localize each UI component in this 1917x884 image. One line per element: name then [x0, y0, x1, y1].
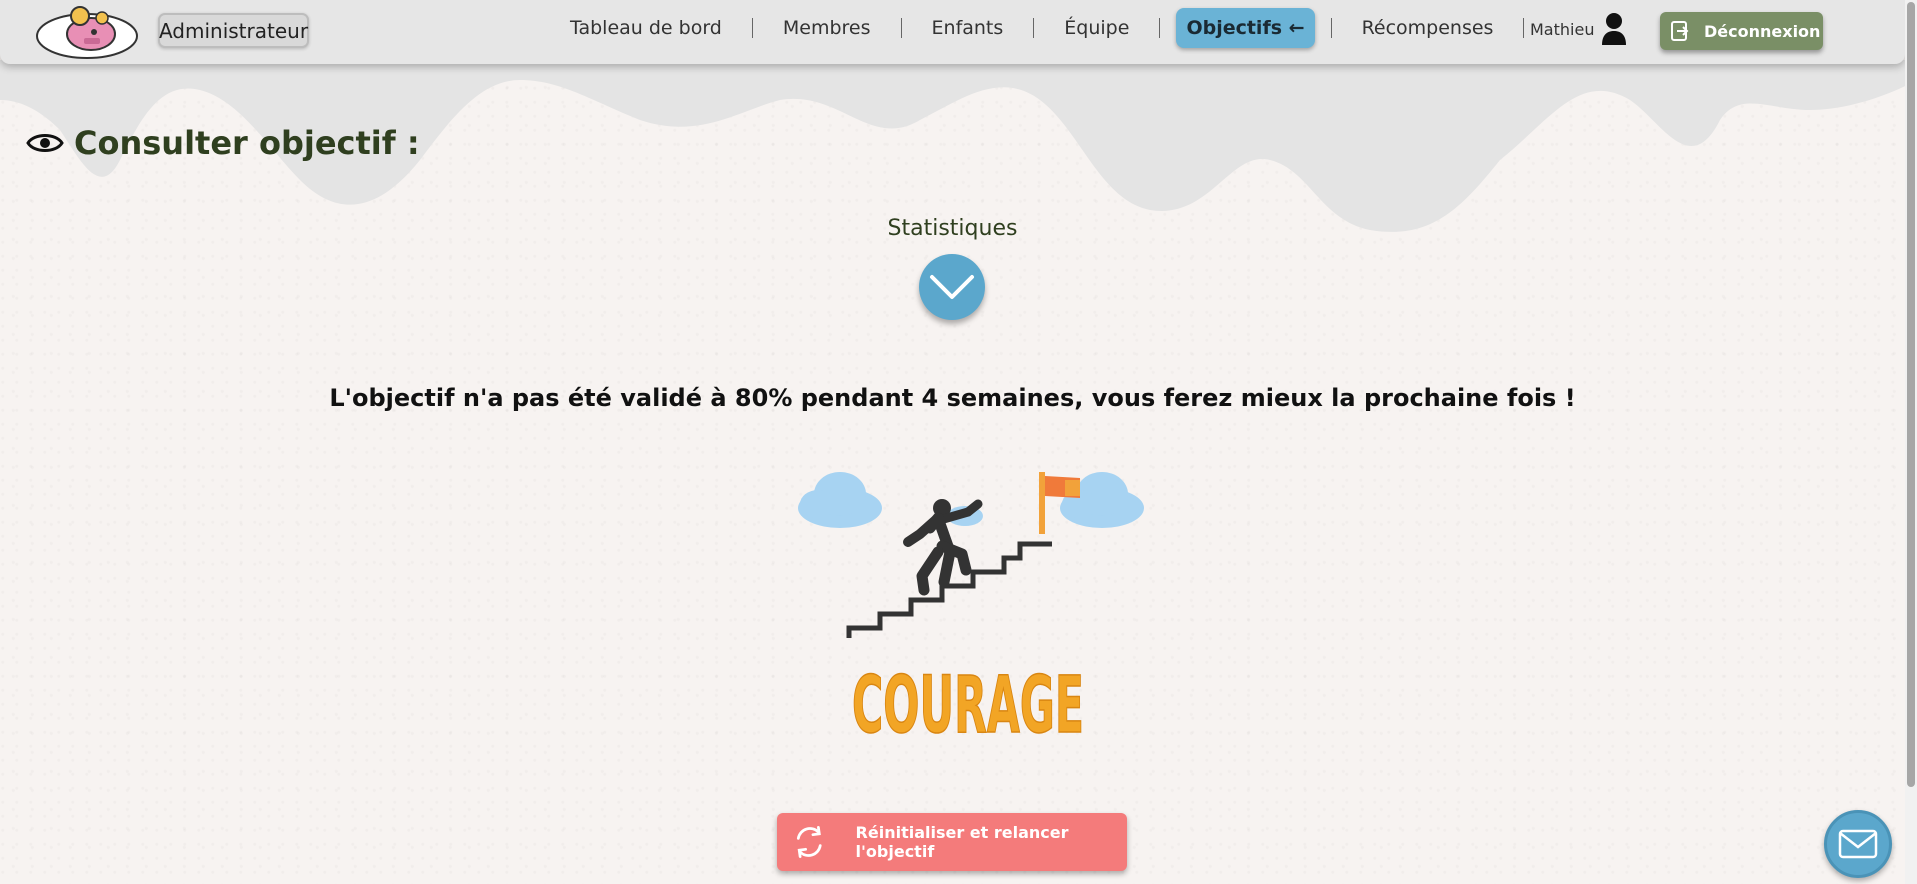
page-title: Consulter objectif : — [26, 124, 420, 162]
refresh-icon — [796, 826, 822, 858]
top-navbar: Administrateur Tableau de bord Membres E… — [0, 0, 1905, 64]
main-nav: Tableau de bord Membres Enfants Équipe O… — [540, 8, 1525, 48]
eye-icon — [26, 134, 64, 152]
logo-icon[interactable] — [34, 4, 140, 60]
nav-enfants[interactable]: Enfants — [902, 8, 1034, 48]
nav-recompenses[interactable]: Récompenses — [1332, 8, 1524, 48]
user-menu[interactable]: Mathieu — [1530, 12, 1628, 46]
nav-equipe[interactable]: Équipe — [1034, 8, 1159, 48]
nav-tableau-de-bord[interactable]: Tableau de bord — [540, 8, 752, 48]
contact-mail-button[interactable] — [1824, 810, 1892, 878]
scrollbar[interactable] — [1905, 0, 1917, 884]
nav-separator — [1523, 18, 1525, 38]
logout-label: Déconnexion — [1704, 21, 1821, 41]
objective-result-message: L'objectif n'a pas été validé à 80% pend… — [329, 384, 1576, 412]
logout-button[interactable]: Déconnexion — [1660, 12, 1823, 50]
nav-separator — [1159, 18, 1161, 38]
role-button[interactable]: Administrateur — [158, 13, 309, 48]
user-name: Mathieu — [1530, 19, 1595, 39]
nav-objectifs[interactable]: Objectifs ← — [1176, 8, 1315, 48]
reset-objective-button[interactable]: Réinitialiser et relancer l'objectif — [777, 813, 1127, 871]
reset-label: Réinitialiser et relancer l'objectif — [855, 823, 1069, 861]
stats-label: Statistiques — [887, 216, 1018, 241]
page-title-text: Consulter objectif : — [74, 124, 420, 162]
scrollbar-thumb[interactable] — [1907, 2, 1915, 787]
chevron-down-icon — [930, 275, 974, 299]
illustration-text: COURAGE — [852, 661, 1084, 751]
mail-icon — [1838, 829, 1878, 859]
courage-illustration: COURAGE — [798, 472, 1144, 752]
user-icon — [1602, 13, 1627, 45]
main-content: Consulter objectif : Statistiques L'obje… — [0, 0, 1917, 884]
stats-toggle-button[interactable] — [919, 254, 985, 320]
nav-membres[interactable]: Membres — [753, 8, 901, 48]
logout-icon — [1671, 21, 1689, 41]
